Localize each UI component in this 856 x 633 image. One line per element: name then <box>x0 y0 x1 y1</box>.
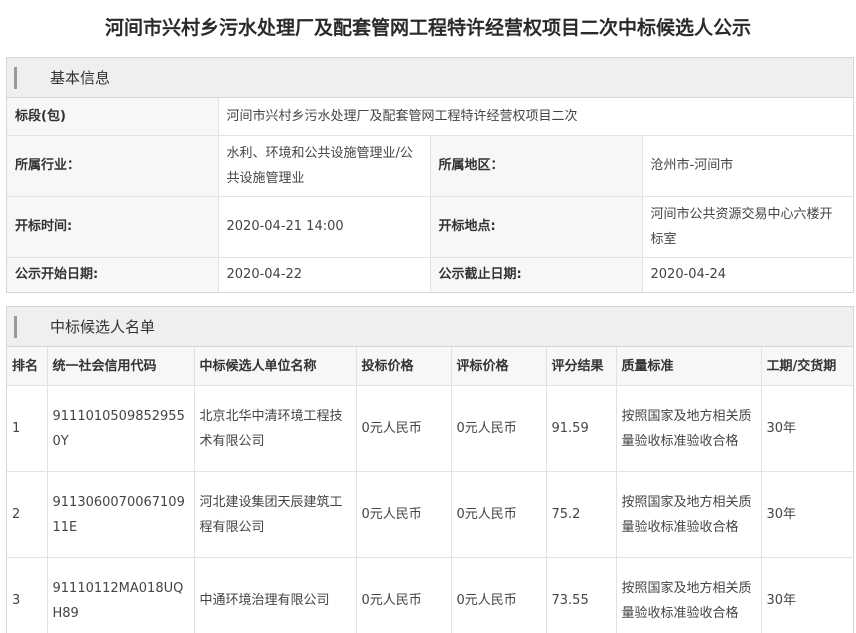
candidates-header-row: 排名 统一社会信用代码 中标候选人单位名称 投标价格 评标价格 评分结果 质量标… <box>7 347 853 386</box>
credit-code-cell: 911306007006710911E <box>46 471 195 558</box>
quality-cell: 按照国家及地方相关质量验收标准验收合格 <box>615 385 762 472</box>
col-quality: 质量标准 <box>615 347 762 386</box>
candidates-table: 排名 统一社会信用代码 中标候选人单位名称 投标价格 评标价格 评分结果 质量标… <box>7 347 853 633</box>
quality-cell: 按照国家及地方相关质量验收标准验收合格 <box>615 471 762 558</box>
open-time-value: 2020-04-21 14:00 <box>217 195 431 258</box>
page-title: 河间市兴村乡污水处理厂及配套管网工程特许经营权项目二次中标候选人公示 <box>104 17 751 39</box>
notice-row: 公示开始日期: 2020-04-22 公示截止日期: 2020-04-24 <box>7 256 853 292</box>
basic-info-section: 基本信息 标段(包) 河间市兴村乡污水处理厂及配套管网工程特许经营权项目二次 所… <box>6 57 854 293</box>
section-marker-icon <box>14 316 17 338</box>
bid-price-cell: 0元人民币 <box>355 471 452 558</box>
credit-code-cell: 91110105098529550Y <box>46 385 195 472</box>
section-marker-icon <box>14 67 17 89</box>
eval-price-cell: 0元人民币 <box>450 385 547 472</box>
candidates-section: 中标候选人名单 排名 统一社会信用代码 中标候选人单位名称 投标价格 评标价格 … <box>6 306 854 633</box>
rank-cell: 1 <box>7 385 48 472</box>
notice-end-label: 公示截止日期: <box>429 256 643 292</box>
company-name-cell: 河北建设集团天辰建筑工程有限公司 <box>193 471 357 558</box>
company-name-cell: 中通环境治理有限公司 <box>193 557 357 633</box>
eval-price-cell: 0元人民币 <box>450 471 547 558</box>
score-cell: 73.55 <box>545 557 617 633</box>
industry-label: 所属行业： <box>7 134 219 197</box>
basic-info-table: 标段(包) 河间市兴村乡污水处理厂及配套管网工程特许经营权项目二次 所属行业： … <box>7 98 853 292</box>
open-row: 开标时间: 2020-04-21 14:00 开标地点: 河间市公共资源交易中心… <box>7 195 853 258</box>
col-score: 评分结果 <box>545 347 617 386</box>
region-label: 所属地区： <box>429 134 643 197</box>
table-row: 3 91110112MA018UQH89 中通环境治理有限公司 0元人民币 0元… <box>7 557 853 633</box>
rank-cell: 2 <box>7 471 48 558</box>
col-eval-price: 评标价格 <box>450 347 547 386</box>
rank-cell: 3 <box>7 557 48 633</box>
company-name-cell: 北京北华中清环境工程技术有限公司 <box>193 385 357 472</box>
bid-price-cell: 0元人民币 <box>355 385 452 472</box>
col-credit-code: 统一社会信用代码 <box>46 347 195 386</box>
quality-cell: 按照国家及地方相关质量验收标准验收合格 <box>615 557 762 633</box>
col-bid-price: 投标价格 <box>355 347 452 386</box>
table-row: 2 911306007006710911E 河北建设集团天辰建筑工程有限公司 0… <box>7 471 853 558</box>
bid-section-row: 标段(包) 河间市兴村乡污水处理厂及配套管网工程特许经营权项目二次 <box>7 98 853 136</box>
bid-section-label: 标段(包) <box>7 98 219 136</box>
region-value: 沧州市-河间市 <box>641 134 853 197</box>
open-place-label: 开标地点: <box>429 195 643 258</box>
col-rank: 排名 <box>7 347 48 386</box>
score-cell: 75.2 <box>545 471 617 558</box>
col-duration: 工期/交货期 <box>760 347 853 386</box>
duration-cell: 30年 <box>760 557 853 633</box>
duration-cell: 30年 <box>760 385 853 472</box>
basic-info-header: 基本信息 <box>7 58 853 98</box>
notice-start-label: 公示开始日期: <box>7 256 219 292</box>
bid-section-value: 河间市兴村乡污水处理厂及配套管网工程特许经营权项目二次 <box>217 98 853 136</box>
col-company-name: 中标候选人单位名称 <box>193 347 357 386</box>
eval-price-cell: 0元人民币 <box>450 557 547 633</box>
score-cell: 91.59 <box>545 385 617 472</box>
candidates-heading: 中标候选人名单 <box>50 318 156 336</box>
table-row: 1 91110105098529550Y 北京北华中清环境工程技术有限公司 0元… <box>7 385 853 472</box>
open-place-value: 河间市公共资源交易中心六楼开标室 <box>641 195 853 258</box>
industry-row: 所属行业： 水利、环境和公共设施管理业/公共设施管理业 所属地区： 沧州市-河间… <box>7 134 853 197</box>
notice-end-value: 2020-04-24 <box>641 256 853 292</box>
basic-info-heading: 基本信息 <box>50 69 111 87</box>
open-time-label: 开标时间: <box>7 195 219 258</box>
bid-price-cell: 0元人民币 <box>355 557 452 633</box>
industry-value: 水利、环境和公共设施管理业/公共设施管理业 <box>217 134 431 197</box>
credit-code-cell: 91110112MA018UQH89 <box>46 557 195 633</box>
duration-cell: 30年 <box>760 471 853 558</box>
candidates-header: 中标候选人名单 <box>7 307 853 347</box>
notice-start-value: 2020-04-22 <box>217 256 431 292</box>
